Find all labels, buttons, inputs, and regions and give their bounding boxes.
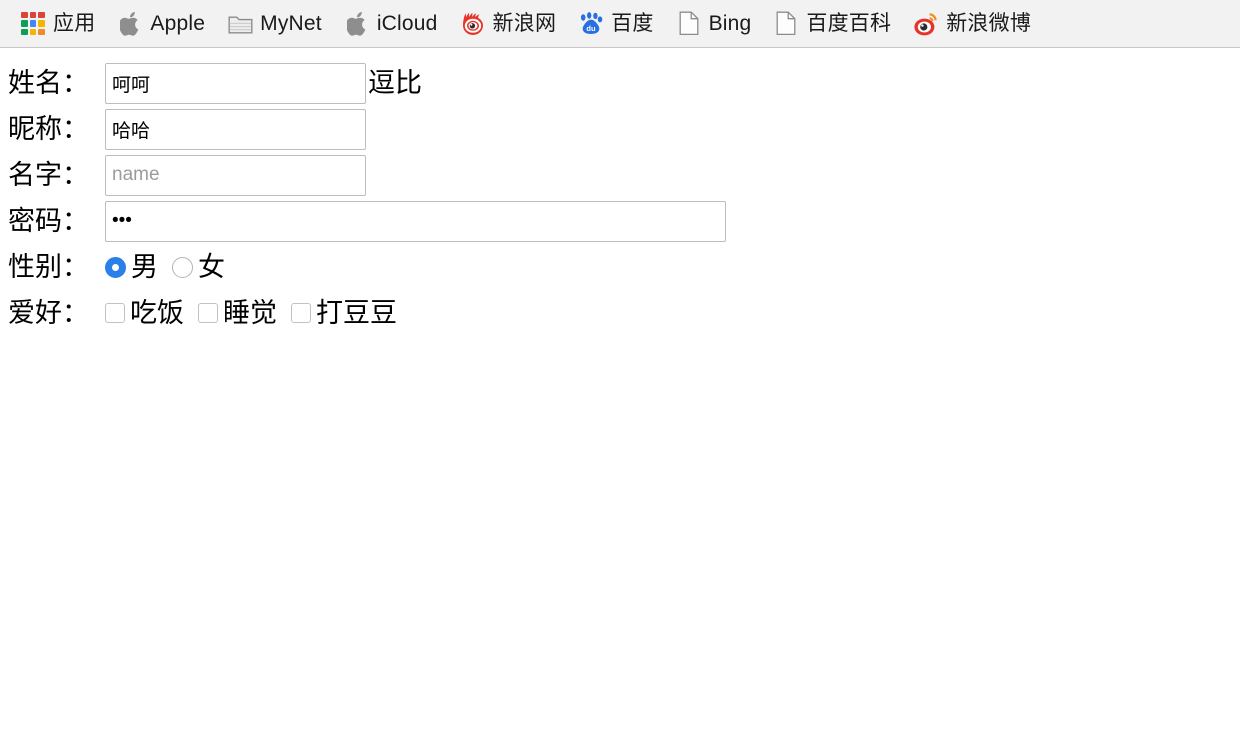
- radio-female-label: 女: [198, 252, 225, 282]
- bookmark-item-icloud[interactable]: iCloud: [336, 7, 446, 41]
- label-hobby: 爱好：: [8, 298, 89, 328]
- bookmark-item-sina[interactable]: 新浪网: [452, 7, 565, 41]
- registration-form: 姓名： 逗比 昵称： 名字： 密码： 性别： 男 女 爱好：: [0, 48, 1240, 336]
- label-gender: 性别：: [8, 252, 89, 282]
- sina-eye-icon: [460, 11, 486, 37]
- bookmark-item-apps[interactable]: 应用: [12, 7, 103, 41]
- bookmark-item-mynet[interactable]: MyNet: [219, 7, 330, 41]
- label-name: 姓名：: [8, 68, 89, 98]
- bookmark-label: 百度: [611, 11, 654, 35]
- hobby-option-beans[interactable]: 打豆豆: [291, 297, 397, 329]
- bookmark-label: 新浪网: [492, 11, 557, 35]
- form-row-password: 密码：: [8, 198, 1240, 244]
- bookmark-item-baidu-baike[interactable]: 百度百科: [765, 7, 899, 41]
- radio-male-label: 男: [131, 252, 158, 282]
- bookmark-item-bing[interactable]: Bing: [668, 7, 760, 41]
- bookmark-label: 百度百科: [806, 11, 892, 35]
- radio-male[interactable]: [105, 256, 126, 278]
- firstname-input[interactable]: [105, 154, 366, 196]
- page-icon: [676, 11, 702, 37]
- page-icon: [773, 11, 799, 37]
- gender-option-female[interactable]: 女: [172, 251, 225, 283]
- hobby-option-eat[interactable]: 吃饭: [105, 297, 184, 329]
- checkbox-eat-label: 吃饭: [130, 298, 184, 328]
- form-row-firstname: 名字：: [8, 152, 1240, 198]
- apps-grid-icon: [20, 11, 46, 37]
- bookmark-label: Bing: [708, 11, 752, 35]
- hobby-checkbox-group: 吃饭 睡觉 打豆豆: [105, 297, 411, 329]
- baidu-paw-icon: du: [578, 11, 604, 37]
- bookmark-label: 应用: [53, 11, 96, 35]
- label-firstname: 名字：: [8, 160, 89, 190]
- form-row-gender: 性别： 男 女: [8, 244, 1240, 290]
- form-row-hobby: 爱好： 吃饭 睡觉 打豆豆: [8, 290, 1240, 336]
- radio-female[interactable]: [172, 256, 193, 278]
- label-nickname: 昵称：: [8, 114, 89, 144]
- hobby-option-sleep[interactable]: 睡觉: [198, 297, 277, 329]
- bookmark-item-apple[interactable]: Apple: [109, 7, 213, 41]
- checkbox-sleep-label: 睡觉: [223, 298, 277, 328]
- bookmark-label: MyNet: [260, 11, 322, 35]
- apple-logo-icon: [344, 11, 370, 37]
- bookmark-item-baidu[interactable]: du 百度: [570, 7, 661, 41]
- checkbox-sleep[interactable]: [198, 303, 218, 323]
- weibo-eye-icon: [913, 11, 939, 37]
- nickname-input[interactable]: [105, 108, 366, 150]
- gender-option-male[interactable]: 男: [105, 251, 158, 283]
- folder-icon: [227, 11, 253, 37]
- password-input[interactable]: [105, 200, 726, 242]
- bookmark-label: Apple: [150, 11, 206, 35]
- form-row-nickname: 昵称：: [8, 106, 1240, 152]
- apple-logo-icon: [117, 11, 143, 37]
- name-input[interactable]: [105, 62, 366, 104]
- gender-radio-group: 男 女: [105, 251, 239, 283]
- checkbox-eat[interactable]: [105, 303, 125, 323]
- checkbox-beans[interactable]: [291, 303, 311, 323]
- bookmark-label: iCloud: [376, 11, 438, 35]
- svg-text:du: du: [587, 24, 597, 33]
- label-password: 密码：: [8, 206, 89, 236]
- form-row-name: 姓名： 逗比: [8, 60, 1240, 106]
- bookmark-item-weibo[interactable]: 新浪微博: [905, 7, 1039, 41]
- bookmarks-bar: 应用 Apple MyNet iCloud 新浪网 du 百度 Bing 百度百…: [0, 0, 1240, 48]
- name-suffix-text: 逗比: [368, 68, 422, 98]
- bookmark-label: 新浪微博: [946, 11, 1032, 35]
- checkbox-beans-label: 打豆豆: [316, 298, 397, 328]
